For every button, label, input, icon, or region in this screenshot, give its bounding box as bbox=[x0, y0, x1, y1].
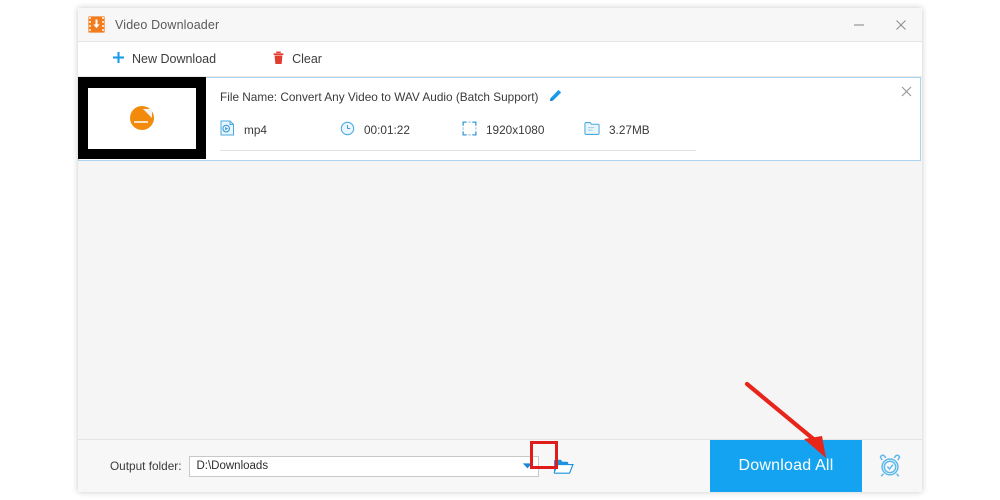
download-all-label: Download All bbox=[738, 457, 834, 474]
meta-format: mp4 bbox=[220, 120, 340, 139]
meta-resolution-value: 1920x1080 bbox=[486, 122, 545, 137]
toolbar: New Download Clear bbox=[78, 42, 922, 77]
window-controls bbox=[838, 8, 922, 41]
meta-filesize: 3.27MB bbox=[584, 121, 650, 139]
download-list: File Name: Convert Any Video to WAV Audi… bbox=[78, 77, 922, 439]
meta-duration-value: 00:01:22 bbox=[364, 122, 410, 137]
meta-resolution: 1920x1080 bbox=[462, 120, 584, 139]
file-name-row: File Name: Convert Any Video to WAV Audi… bbox=[220, 89, 920, 105]
output-folder-input[interactable]: D:\Downloads bbox=[189, 455, 540, 477]
file-name-value: Convert Any Video to WAV Audio (Batch Su… bbox=[280, 90, 539, 104]
pencil-edit-icon[interactable] bbox=[549, 89, 562, 105]
close-icon[interactable] bbox=[880, 8, 922, 41]
meta-filesize-value: 3.27MB bbox=[609, 122, 650, 137]
plus-icon bbox=[112, 51, 125, 67]
file-size-icon bbox=[584, 121, 600, 139]
output-folder-value: D:\Downloads bbox=[196, 460, 269, 472]
orange-circle-logo bbox=[130, 106, 154, 130]
bottom-bar: Output folder: D:\Downloads Download All bbox=[78, 439, 922, 492]
folder-open-icon[interactable] bbox=[553, 458, 575, 475]
video-download-icon bbox=[88, 16, 105, 33]
meta-format-value: mp4 bbox=[244, 122, 267, 137]
download-entry[interactable]: File Name: Convert Any Video to WAV Audi… bbox=[78, 77, 921, 161]
thumbnail-inner bbox=[88, 87, 196, 149]
remove-entry-button[interactable] bbox=[892, 78, 920, 104]
minimize-icon[interactable] bbox=[838, 8, 880, 41]
app-window: Video Downloader New Download Clear File… bbox=[78, 8, 922, 492]
resolution-frame-icon bbox=[462, 120, 477, 139]
meta-row: mp4 00:01:22 1920x1080 3.27MB bbox=[220, 120, 920, 139]
clock-icon bbox=[340, 121, 355, 139]
file-name-text: File Name: Convert Any Video to WAV Audi… bbox=[220, 90, 538, 104]
clear-button[interactable]: Clear bbox=[272, 51, 322, 68]
file-name-label: File Name: bbox=[220, 90, 278, 104]
alarm-clock-icon[interactable] bbox=[868, 440, 912, 492]
new-download-button[interactable]: New Download bbox=[112, 51, 216, 67]
title-bar: Video Downloader bbox=[78, 8, 922, 42]
chevron-down-icon[interactable] bbox=[517, 457, 538, 476]
window-title: Video Downloader bbox=[115, 17, 220, 32]
clear-label: Clear bbox=[292, 52, 322, 66]
new-download-label: New Download bbox=[132, 52, 217, 66]
video-thumbnail bbox=[78, 77, 206, 159]
download-all-button[interactable]: Download All bbox=[710, 440, 862, 492]
download-entry-body: File Name: Convert Any Video to WAV Audi… bbox=[206, 78, 920, 160]
meta-duration: 00:01:22 bbox=[340, 121, 462, 139]
file-format-icon bbox=[220, 120, 235, 139]
progress-track bbox=[220, 150, 696, 151]
output-folder-label: Output folder: bbox=[110, 459, 182, 473]
trash-icon bbox=[272, 51, 285, 68]
